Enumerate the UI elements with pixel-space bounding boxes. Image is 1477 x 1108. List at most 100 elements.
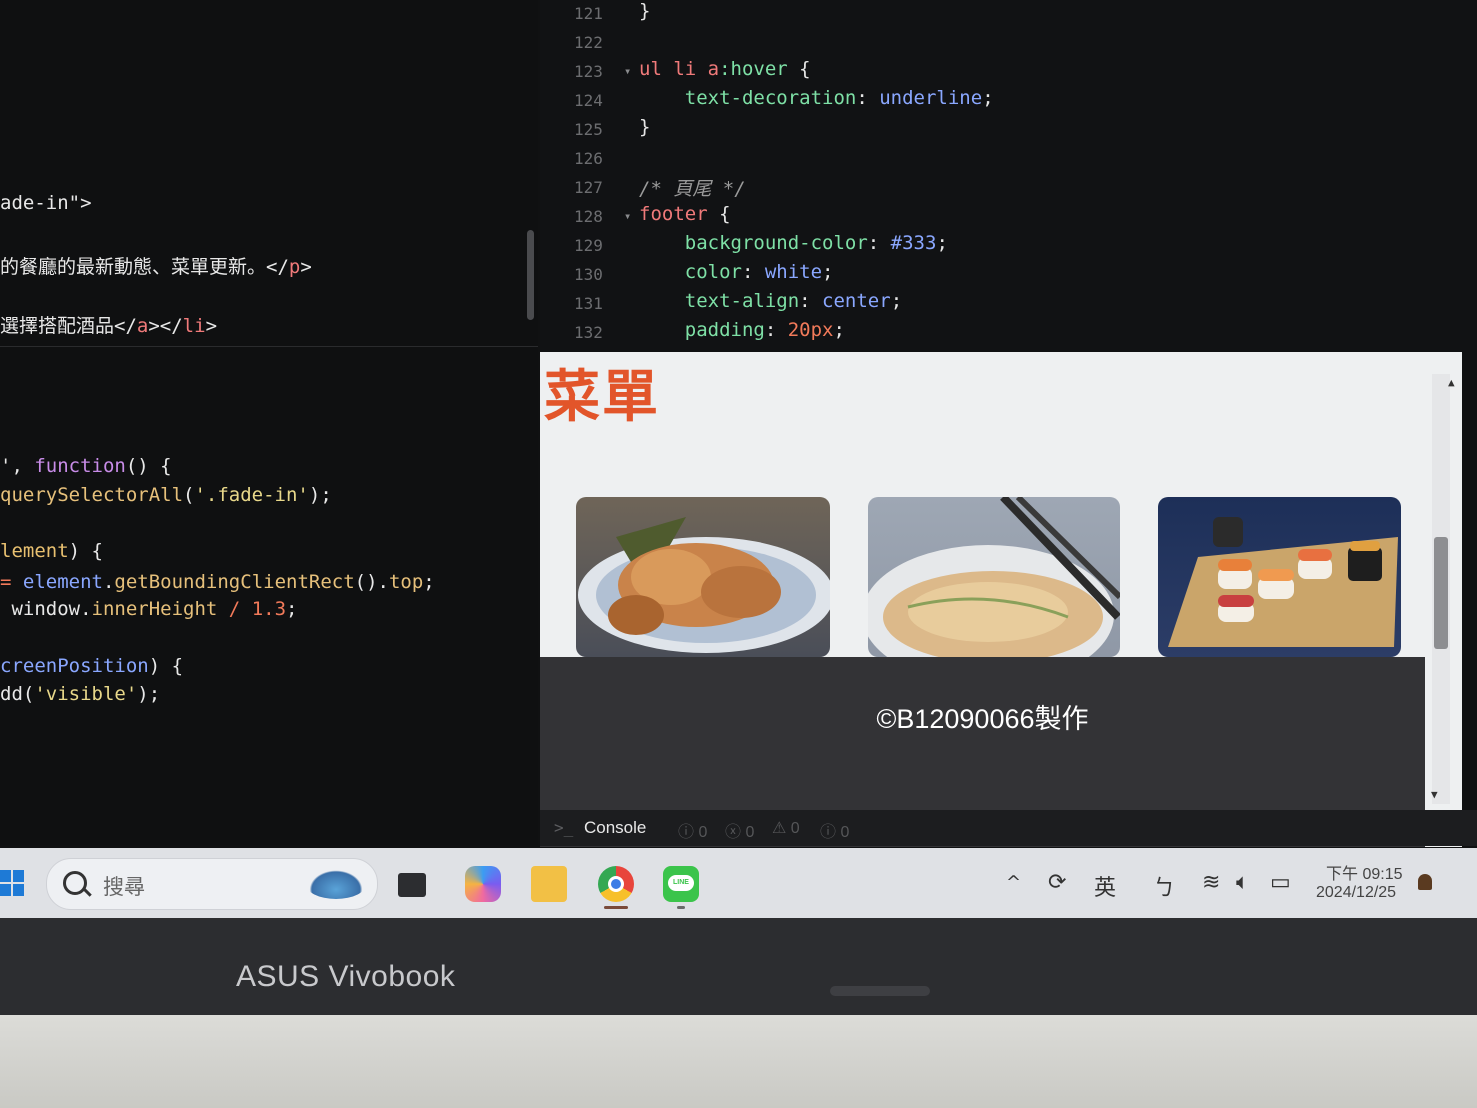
search-placeholder: 搜尋	[103, 876, 145, 899]
code-token: text-align	[639, 290, 800, 312]
chrome-active-indicator	[604, 906, 628, 909]
console-warning-count: ⚠ 0	[772, 820, 800, 837]
code-text: text-align: center;	[639, 290, 902, 312]
code-token: element	[22, 571, 103, 593]
code-token: center	[822, 290, 891, 312]
code-token: top	[388, 571, 424, 593]
line-number: 124	[574, 91, 603, 110]
laptop-hinge	[830, 986, 930, 996]
code-token: :	[799, 290, 823, 312]
code-line[interactable]: = element.getBoundingClientRect().top;	[0, 571, 435, 593]
editor-divider	[0, 346, 538, 347]
code-token: }	[639, 116, 651, 138]
line-number: 132	[574, 323, 603, 342]
code-token: a	[136, 315, 149, 337]
scroll-up-arrow-icon[interactable]: ▲	[1448, 376, 1455, 389]
code-token: :	[867, 232, 891, 254]
code-text: }	[639, 0, 650, 22]
show-hidden-icons-chevron-icon[interactable]: ^	[1006, 872, 1021, 893]
code-line[interactable]: creenPosition) {	[0, 655, 183, 677]
code-token: ;	[890, 290, 903, 312]
code-line[interactable]: ade-in">	[0, 192, 92, 214]
code-token: {	[787, 58, 811, 80]
sushi-image	[1158, 497, 1401, 657]
line-number: 131	[574, 294, 603, 313]
code-line[interactable]: querySelectorAll('.fade-in');	[0, 484, 332, 506]
code-token: p	[288, 256, 301, 278]
input-method-icon[interactable]: ㄅ	[1153, 870, 1175, 902]
code-token: getBoundingClientRect	[114, 571, 355, 593]
tonkatsu-image	[576, 497, 830, 657]
code-token: }	[639, 0, 651, 22]
code-token: /	[217, 598, 252, 620]
scallion-pancake-image	[868, 497, 1120, 657]
code-token: text-decoration	[639, 87, 857, 109]
code-token: dd(	[0, 683, 35, 705]
console-prompt-icon: >_	[554, 818, 574, 837]
code-text: background-color: #333;	[639, 232, 948, 254]
line-number: 127	[574, 178, 603, 197]
windows-logo-icon	[0, 870, 11, 882]
file-explorer-icon[interactable]	[531, 866, 567, 902]
code-token: 'visible'	[34, 683, 138, 705]
code-token: /* 頁尾 */	[639, 178, 746, 200]
code-token: ></	[148, 315, 183, 337]
code-line[interactable]: window.innerHeight / 1.3;	[0, 598, 297, 620]
code-text: /* 頁尾 */	[639, 174, 746, 201]
line-number: 126	[574, 149, 603, 168]
code-token: padding	[639, 319, 765, 341]
code-line[interactable]: dd('visible');	[0, 683, 160, 705]
code-token: (	[183, 484, 195, 506]
volume-icon[interactable]: 🔈︎	[1236, 870, 1249, 895]
code-token: lement	[0, 540, 69, 562]
chrome-icon[interactable]	[598, 866, 634, 902]
code-token: ;	[833, 319, 845, 341]
start-button[interactable]	[0, 870, 24, 898]
code-token: >	[300, 256, 312, 278]
code-token: :hover	[719, 58, 788, 80]
preview-scrollbar-thumb[interactable]	[1434, 537, 1448, 649]
clock-time[interactable]: 下午 09:15	[1326, 860, 1403, 884]
task-view-icon[interactable]	[398, 873, 426, 897]
code-token: ) {	[68, 540, 103, 562]
line-number: 128	[574, 207, 603, 226]
code-text: padding: 20px;	[639, 319, 845, 341]
code-line[interactable]: lement) {	[0, 540, 103, 562]
line-number: 123	[574, 62, 603, 81]
copilot-icon[interactable]	[465, 866, 501, 902]
code-line[interactable]: ', function() {	[0, 455, 172, 477]
screen: ade-in"> 的餐廳的最新動態、菜單更新。</p> 選擇搭配酒品</a></li…	[0, 0, 1477, 920]
css-editor-pane[interactable]: 121} 122 123 ▾ ul li a:hover {124 text-decor…	[540, 0, 1477, 350]
editor-scrollbar[interactable]	[527, 230, 534, 320]
code-token: 選擇搭配酒品</	[0, 315, 137, 337]
console-log-count: ⓘ 0	[820, 824, 850, 841]
code-token: li	[182, 315, 206, 337]
code-line[interactable]: 的餐廳的最新動態、菜單更新。</p>	[0, 252, 312, 279]
code-token: );	[137, 683, 161, 705]
code-token: querySelectorAll	[0, 484, 184, 506]
fold-arrow-icon[interactable]: ▾	[624, 64, 631, 78]
wifi-icon[interactable]: ≋	[1202, 870, 1220, 895]
sync-icon[interactable]: ⟳	[1048, 870, 1066, 895]
code-text: footer {	[639, 203, 731, 225]
code-token: 1.3	[251, 598, 287, 620]
clock-date[interactable]: 2024/12/25	[1316, 884, 1396, 902]
console-bar[interactable]: >_ Console ⓘ 0 ⓧ 0 ⚠ 0 ⓘ 0	[540, 810, 1477, 846]
code-token: #333	[890, 232, 937, 254]
ime-mode-indicator[interactable]: 英	[1094, 870, 1116, 902]
fold-arrow-icon[interactable]: ▾	[624, 209, 631, 223]
console-tab[interactable]: Console	[584, 818, 646, 838]
taskbar-search-box[interactable]: 搜尋	[46, 858, 378, 910]
code-token: {	[707, 203, 731, 225]
laptop-brand-label: ASUS Vivobook	[236, 960, 456, 993]
battery-icon[interactable]: ▭	[1270, 870, 1291, 895]
notification-bell-icon[interactable]	[1418, 874, 1432, 890]
line-app-icon[interactable]: LINE	[663, 866, 699, 902]
footer-credit: ©B12090066製作	[876, 704, 1089, 734]
code-text: color: white;	[639, 261, 834, 283]
scroll-down-arrow-icon[interactable]: ▼	[1431, 788, 1438, 801]
code-line[interactable]: 選擇搭配酒品</a></li>	[0, 311, 217, 338]
taskbar: 搜尋 LINE ^ ⟳ 英 ㄅ ≋ 🔈︎ ▭ 下午 09:15 2024/12/…	[0, 848, 1477, 918]
html-js-editor-pane[interactable]: ade-in"> 的餐廳的最新動態、菜單更新。</p> 選擇搭配酒品</a></li…	[0, 0, 538, 845]
code-token: () {	[125, 455, 172, 477]
